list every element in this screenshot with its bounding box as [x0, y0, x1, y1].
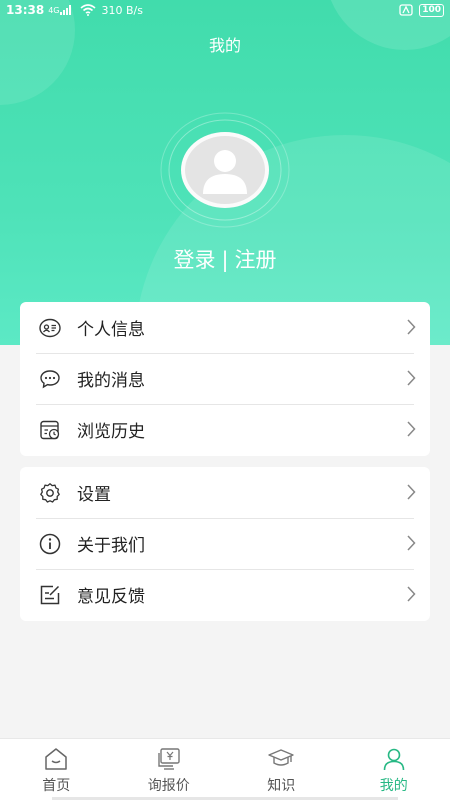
chevron-right-icon: [407, 319, 416, 335]
auth-separator: |: [221, 248, 229, 272]
menu-card-account: 个人信息 我的消息 浏览历史: [20, 302, 430, 456]
login-link[interactable]: 登录: [173, 248, 215, 272]
gear-icon: [38, 481, 62, 505]
nav-item-home[interactable]: 首页: [0, 739, 113, 800]
menu-item-label: 浏览历史: [77, 422, 145, 442]
quote-icon: [158, 748, 180, 770]
chevron-right-icon: [407, 586, 416, 602]
chevron-right-icon: [407, 421, 416, 437]
battery-indicator: 100: [419, 3, 444, 17]
chevron-right-icon: [407, 484, 416, 500]
status-time: 13:38: [6, 3, 45, 17]
bottom-nav: 首页 询报价 知识 我的: [0, 738, 450, 800]
menu-item-feedback[interactable]: 意见反馈: [20, 569, 430, 620]
menu-item-label: 关于我们: [77, 536, 145, 556]
nfc-icon: [399, 4, 413, 16]
nav-label: 询报价: [147, 778, 190, 794]
nav-label: 首页: [42, 778, 71, 794]
page-title: 我的: [208, 36, 241, 55]
menu-item-label: 个人信息: [77, 320, 145, 340]
nav-item-quote[interactable]: 询报价: [113, 739, 226, 800]
feedback-icon: [38, 583, 62, 607]
nav-label: 知识: [267, 778, 296, 794]
wifi-icon: [79, 4, 96, 16]
chat-bubble-icon: [38, 367, 62, 391]
menu-item-label: 设置: [77, 485, 111, 505]
nav-item-mine[interactable]: 我的: [338, 739, 450, 800]
menu-item-my-messages[interactable]: 我的消息: [20, 353, 430, 404]
menu-item-browse-history[interactable]: 浏览历史: [20, 404, 430, 455]
nav-item-knowledge[interactable]: 知识: [225, 739, 338, 800]
status-bar: 13:38 4G 310 B/s 100: [0, 0, 450, 20]
network-speed: 310 B/s: [101, 3, 143, 17]
menu-card-general: 设置 关于我们 意见反馈: [20, 467, 430, 621]
id-card-icon: [38, 316, 62, 340]
menu-item-about-us[interactable]: 关于我们: [20, 518, 430, 569]
menu-item-label: 我的消息: [77, 371, 145, 391]
chevron-right-icon: [407, 370, 416, 386]
menu-item-personal-info[interactable]: 个人信息: [20, 302, 430, 353]
user-icon: [383, 748, 405, 771]
auth-links: 登录 | 注册: [0, 244, 450, 274]
avatar[interactable]: [181, 132, 269, 208]
register-link[interactable]: 注册: [235, 248, 277, 272]
nav-label: 我的: [379, 778, 408, 794]
status-network: 4G: [48, 5, 60, 15]
home-icon: [45, 748, 67, 770]
info-icon: [38, 532, 62, 556]
menu-item-label: 意见反馈: [77, 587, 145, 607]
user-placeholder-icon: [203, 150, 247, 194]
signal-icon: [59, 5, 71, 15]
graduation-cap-icon: [268, 749, 294, 766]
chevron-right-icon: [407, 535, 416, 551]
history-icon: [38, 418, 62, 442]
menu-item-settings[interactable]: 设置: [20, 467, 430, 518]
